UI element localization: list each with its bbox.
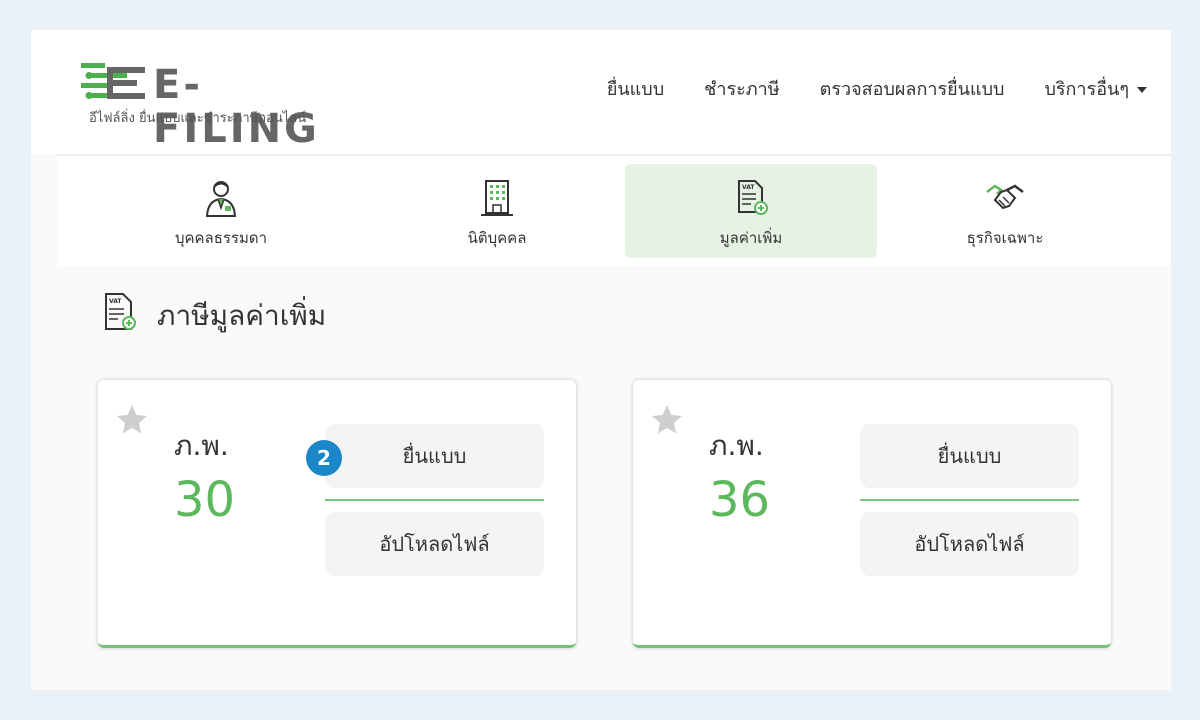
form-code-label: ภ.พ. (709, 429, 764, 462)
handshake-icon (986, 184, 1024, 210)
upload-file-button[interactable]: อัปโหลดไฟล์ (860, 512, 1079, 576)
nav-other-services[interactable]: บริการอื่นๆ (1044, 74, 1147, 103)
header: E-FILING อีไฟล์ลิ่ง ยื่นแบบและชำระภาษีออ… (31, 30, 1171, 154)
nav-check-status[interactable]: ตรวจสอบผลการยื่นแบบ (820, 74, 1005, 103)
building-icon (481, 180, 513, 216)
vat-document-icon: VAT (105, 293, 136, 330)
tab-label: มูลค่าเพิ่ม (719, 229, 783, 247)
efiling-logo[interactable]: E-FILING อีไฟล์ลิ่ง ยื่นแบบและชำระภาษีออ… (81, 63, 351, 151)
nav-other-services-label: บริการอื่นๆ (1044, 79, 1129, 100)
tab-specific-business[interactable]: ธุรกิจเฉพาะ (879, 164, 1131, 258)
chevron-down-icon (1137, 87, 1147, 93)
form-card-pp30: ภ.พ. 30 ยื่นแบบ อัปโหลดไฟล์ (98, 380, 576, 648)
brand-tagline: อีไฟล์ลิ่ง ยื่นแบบและชำระภาษีออนไลน์ (89, 111, 307, 126)
app-frame: E-FILING อีไฟล์ลิ่ง ยื่นแบบและชำระภาษีออ… (31, 30, 1171, 690)
upload-file-button[interactable]: อัปโหลดไฟล์ (325, 512, 544, 576)
file-return-button[interactable]: ยื่นแบบ (325, 424, 544, 488)
form-card-pp36: ภ.พ. 36 ยื่นแบบ อัปโหลดไฟล์ (633, 380, 1111, 648)
category-tabs: บุคคลธรรมดา นิติบุคคล VAT มูลค่าเพิ่ม ธุ… (57, 156, 1171, 266)
step-number-badge: 2 (306, 440, 342, 476)
section-title: ภาษีมูลค่าเพิ่ม (157, 299, 327, 332)
nav-pay-tax[interactable]: ชำระภาษี (704, 74, 780, 103)
file-return-button[interactable]: ยื่นแบบ (860, 424, 1079, 488)
form-code-label: ภ.พ. (174, 429, 229, 462)
person-icon (205, 181, 237, 217)
button-divider (860, 499, 1079, 501)
tab-personal[interactable]: บุคคลธรรมดา (95, 164, 347, 258)
nav-file-return[interactable]: ยื่นแบบ (607, 74, 664, 103)
tab-label: นิติบุคคล (467, 229, 527, 247)
vat-badge-text: VAT (742, 184, 755, 191)
tab-label: บุคคลธรรมดา (174, 229, 268, 247)
form-number: 30 (174, 472, 236, 528)
button-divider (325, 499, 544, 501)
favorite-star-icon[interactable] (649, 402, 685, 438)
tab-juristic[interactable]: นิติบุคคล (371, 164, 623, 258)
vat-document-icon: VAT (738, 180, 768, 215)
logo-mark-icon (81, 63, 145, 99)
form-number: 36 (709, 472, 771, 528)
tab-vat[interactable]: VAT มูลค่าเพิ่ม (625, 164, 877, 258)
top-nav: ยื่นแบบ ชำระภาษี ตรวจสอบผลการยื่นแบบ บริ… (607, 74, 1147, 103)
favorite-star-icon[interactable] (114, 402, 150, 438)
tab-label: ธุรกิจเฉพาะ (966, 229, 1044, 247)
vat-badge-text: VAT (109, 298, 122, 305)
